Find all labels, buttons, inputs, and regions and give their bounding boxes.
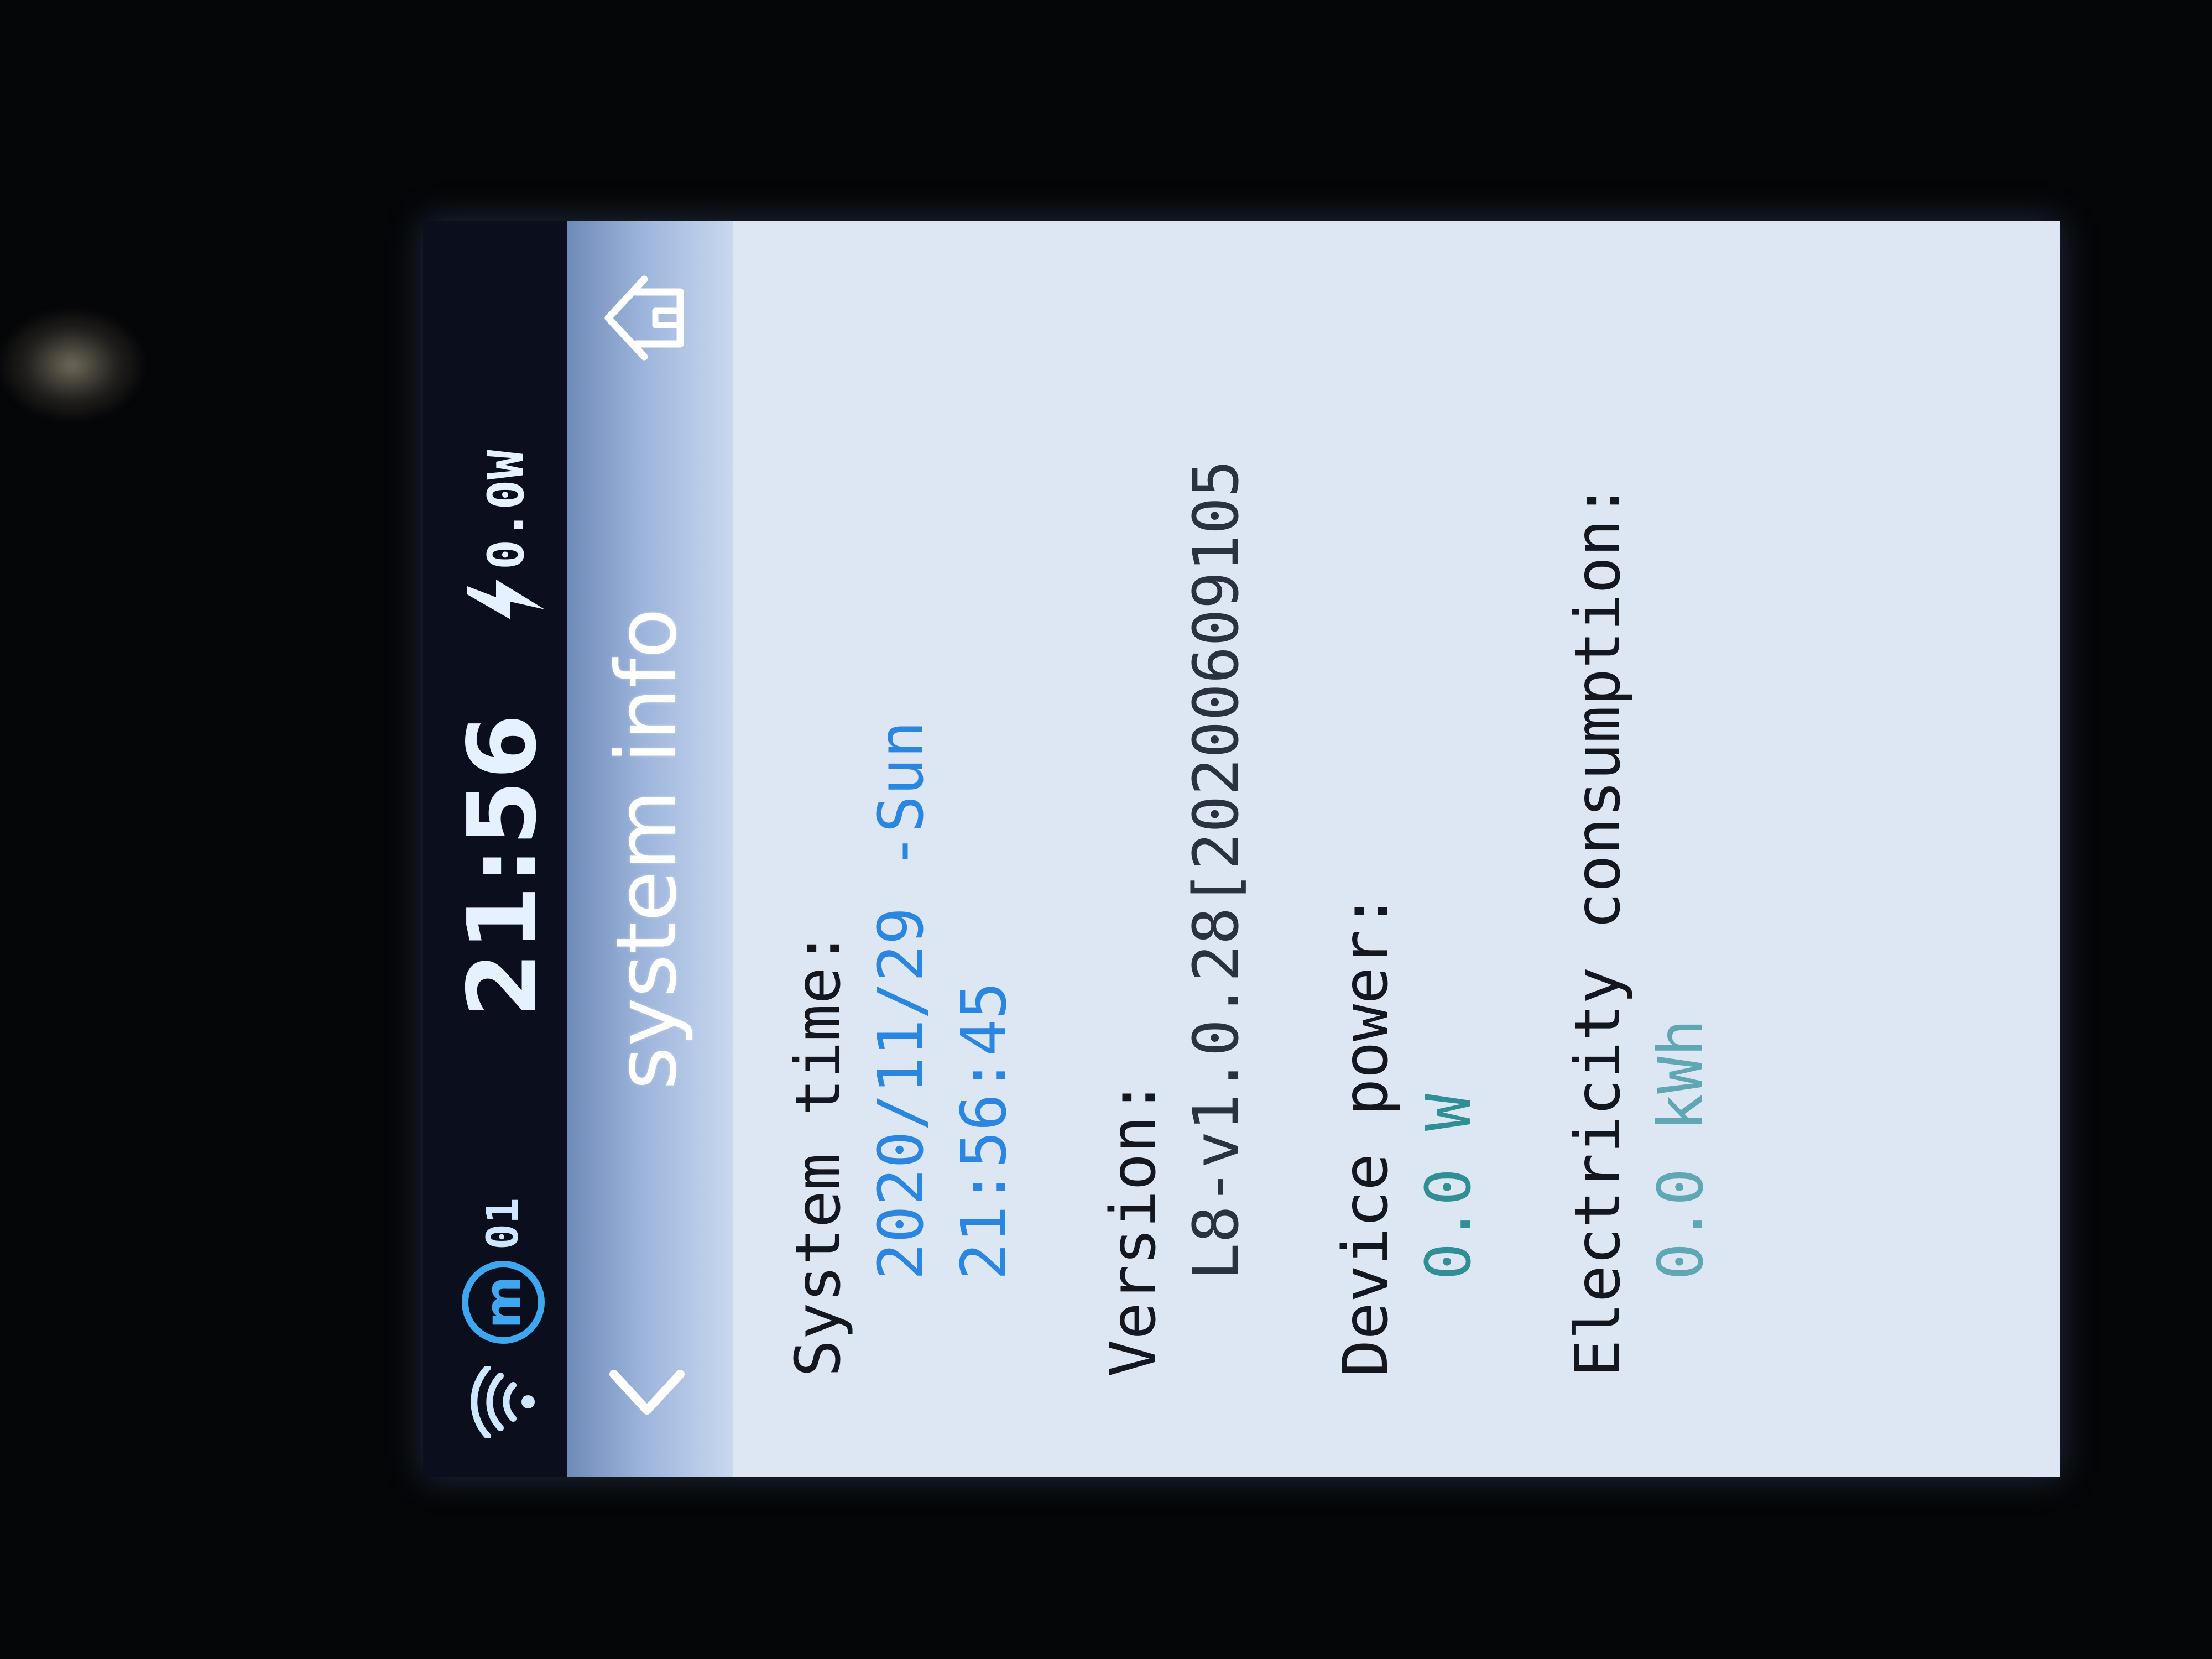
status-bar: m 01 21:56 0.0W: [423, 221, 567, 1477]
clock: 21:56: [448, 712, 557, 1018]
system-time-label: System time:: [782, 929, 854, 1377]
version-label: Version:: [1098, 1078, 1170, 1377]
device-screen: m 01 21:56 0.0W system info System time:…: [423, 221, 2060, 1477]
status-left-group: m 01: [462, 1198, 545, 1438]
m-logo-icon: m: [462, 1261, 545, 1344]
page-title: system info: [599, 608, 695, 1090]
status-power-group: 0.0W: [467, 450, 545, 625]
device-power-block: Device power: 0.0 W: [1324, 243, 1490, 1377]
version-value: L8-v1.0.28[20200609105: [1181, 460, 1253, 1280]
device-power-value: 0.0 W: [1413, 1093, 1485, 1280]
system-info-content: System time: 2020/11/29 -Sun 21:56:45 Ve…: [777, 243, 1789, 1377]
electricity-label: Electricity consumption:: [1562, 482, 1634, 1377]
electricity-block: Electricity consumption: 0.0 kWh: [1557, 243, 1723, 1377]
version-block: Version: L8-v1.0.28[20200609105: [1092, 243, 1258, 1377]
electricity-value: 0.0 kWh: [1645, 1019, 1717, 1280]
background-light-glare: [0, 310, 144, 420]
lightning-bolt-icon: [467, 580, 545, 619]
status-power-value: 0.0W: [477, 450, 535, 570]
system-time-clock: 21:56:45: [948, 982, 1020, 1280]
device-power-label: Device power:: [1330, 892, 1402, 1377]
home-icon[interactable]: [597, 271, 691, 365]
system-time-date: 2020/11/29 -Sun: [865, 721, 937, 1280]
wifi-icon: [471, 1366, 535, 1438]
title-bar: system info: [567, 221, 733, 1477]
system-time-block: System time: 2020/11/29 -Sun 21:56:45: [777, 243, 1026, 1377]
station-id: 01: [478, 1198, 528, 1250]
